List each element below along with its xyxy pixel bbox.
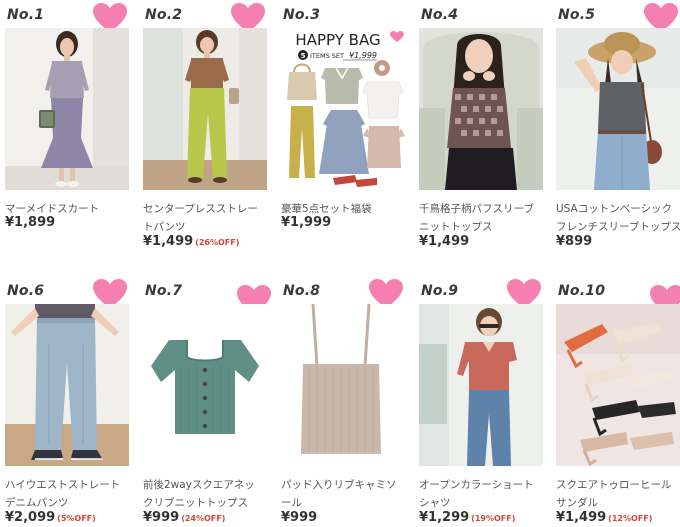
product-image[interactable] (143, 28, 267, 190)
product-title[interactable]: パッド入りリブキャミソ ール (281, 476, 407, 512)
price: ¥1,999 (281, 215, 332, 230)
title-line-1: 千鳥格子柄パフスリーブ (419, 203, 534, 215)
product-card-8[interactable]: No.8 パッド入りリブキャミソ ール ¥999 (281, 279, 407, 525)
title-line-1: USAコットンベーシック (556, 203, 673, 215)
product-title[interactable]: オープンカラーショート シャツ (419, 476, 545, 512)
price: ¥999 (143, 510, 180, 525)
product-image[interactable] (5, 304, 129, 466)
product-image[interactable] (143, 304, 267, 466)
happy-bag-count: 5 (301, 52, 306, 60)
title-line-1: スクエアトゥローヒール (556, 479, 672, 491)
rank-label: No.6 (7, 283, 45, 299)
rank-label: No.4 (421, 7, 459, 23)
price-row: ¥1,999 (281, 213, 333, 232)
price-row: ¥999 (281, 508, 319, 527)
product-image[interactable] (281, 304, 405, 466)
product-image[interactable]: HAPPY BAG 5 ITEMS SET ¥1,999 (281, 28, 405, 190)
product-card-10[interactable]: No.10 スクエアトゥローヒール サンダル ¥1,499 (12%OFF) (556, 282, 680, 525)
rank-label: No.9 (421, 283, 459, 299)
product-card-7[interactable]: No.7 前後2wayスクエアネッ クリブニットトップス ¥999 (24%OF… (143, 282, 271, 525)
rank-label: No.2 (145, 7, 183, 23)
price-row: ¥1,499 (12%OFF) (556, 508, 652, 527)
title-line-1: パッド入りリブキャミソ (281, 479, 397, 491)
product-card-2[interactable]: No.2 センタープレスストレー トパンツ ¥1,499 (26%OFF) (143, 3, 269, 249)
rank-label: No.7 (145, 283, 183, 299)
price-row: ¥1,499 (26%OFF) (143, 232, 239, 251)
price-row: ¥1,499 (419, 232, 471, 251)
price: ¥899 (556, 234, 593, 249)
discount-badge: (24%OFF) (181, 514, 226, 523)
price: ¥1,899 (5, 215, 56, 230)
discount-badge: (12%OFF) (608, 514, 653, 523)
happy-bag-headline: HAPPY BAG (295, 31, 380, 49)
ranking-grid: No.1 マーメイドスカート ¥1,899 No.2 センタープレスストレー ト… (0, 0, 680, 526)
title-line-1: 前後2wayスクエアネッ (143, 479, 255, 491)
discount-badge: (26%OFF) (195, 238, 240, 247)
product-title[interactable]: スクエアトゥローヒール サンダル (556, 476, 680, 512)
product-title[interactable]: ハイウエストストレート デニムパンツ (5, 476, 131, 512)
price: ¥1,499 (419, 234, 470, 249)
product-title[interactable]: センタープレスストレー トパンツ (143, 200, 269, 236)
product-card-1[interactable]: No.1 マーメイドスカート ¥1,899 (5, 3, 129, 230)
title-line-1: センタープレスストレー (143, 203, 258, 215)
price-row: ¥999 (24%OFF) (143, 508, 225, 527)
price-row: ¥1,899 (5, 213, 57, 232)
product-image[interactable] (419, 304, 543, 466)
rank-label: No.10 (558, 283, 606, 299)
product-card-6[interactable]: No.6 ハイウエストストレート デニムパンツ ¥2,099 (5%OFF) (5, 279, 131, 525)
product-card-4[interactable]: No.4 千鳥格子柄パフスリーブ ニットトップス ¥1,499 (419, 6, 545, 249)
product-image[interactable] (556, 28, 680, 190)
product-title[interactable]: USAコットンベーシック フレンチスリーブトップス (556, 200, 680, 236)
rank-label: No.1 (7, 7, 45, 23)
product-image[interactable] (556, 304, 680, 466)
product-image[interactable] (419, 28, 543, 190)
title-line-1: ハイウエストストレート (5, 479, 121, 491)
product-title[interactable]: 前後2wayスクエアネッ クリブニットトップス (143, 476, 269, 512)
price: ¥1,299 (419, 510, 470, 525)
discount-badge: (5%OFF) (57, 514, 96, 523)
title-line-1: オープンカラーショート (419, 479, 534, 491)
happy-bag-price: ¥1,999 (349, 51, 377, 60)
product-card-5[interactable]: No.5 USAコットンベーシック フレンチスリーブトップス ¥899 (556, 3, 680, 249)
product-card-9[interactable]: No.9 オープンカラーショート シャツ ¥1,299 (19%OFF) (419, 279, 545, 525)
price: ¥2,099 (5, 510, 56, 525)
price-row: ¥2,099 (5%OFF) (5, 508, 96, 527)
price-row: ¥899 (556, 232, 594, 251)
happy-bag-subline: ITEMS SET (310, 52, 344, 60)
price: ¥999 (281, 510, 318, 525)
product-image[interactable] (5, 28, 129, 190)
price: ¥1,499 (143, 234, 194, 249)
price-row: ¥1,299 (19%OFF) (419, 508, 515, 527)
product-title[interactable]: 千鳥格子柄パフスリーブ ニットトップス (419, 200, 545, 236)
rank-label: No.5 (558, 7, 596, 23)
rank-label: No.3 (283, 7, 321, 23)
product-card-3[interactable]: No.3 HAPPY BAG 5 ITEMS SET ¥1,999 豪華5点セッ… (281, 6, 405, 230)
rank-label: No.8 (283, 283, 321, 299)
price: ¥1,499 (556, 510, 607, 525)
discount-badge: (19%OFF) (471, 514, 516, 523)
